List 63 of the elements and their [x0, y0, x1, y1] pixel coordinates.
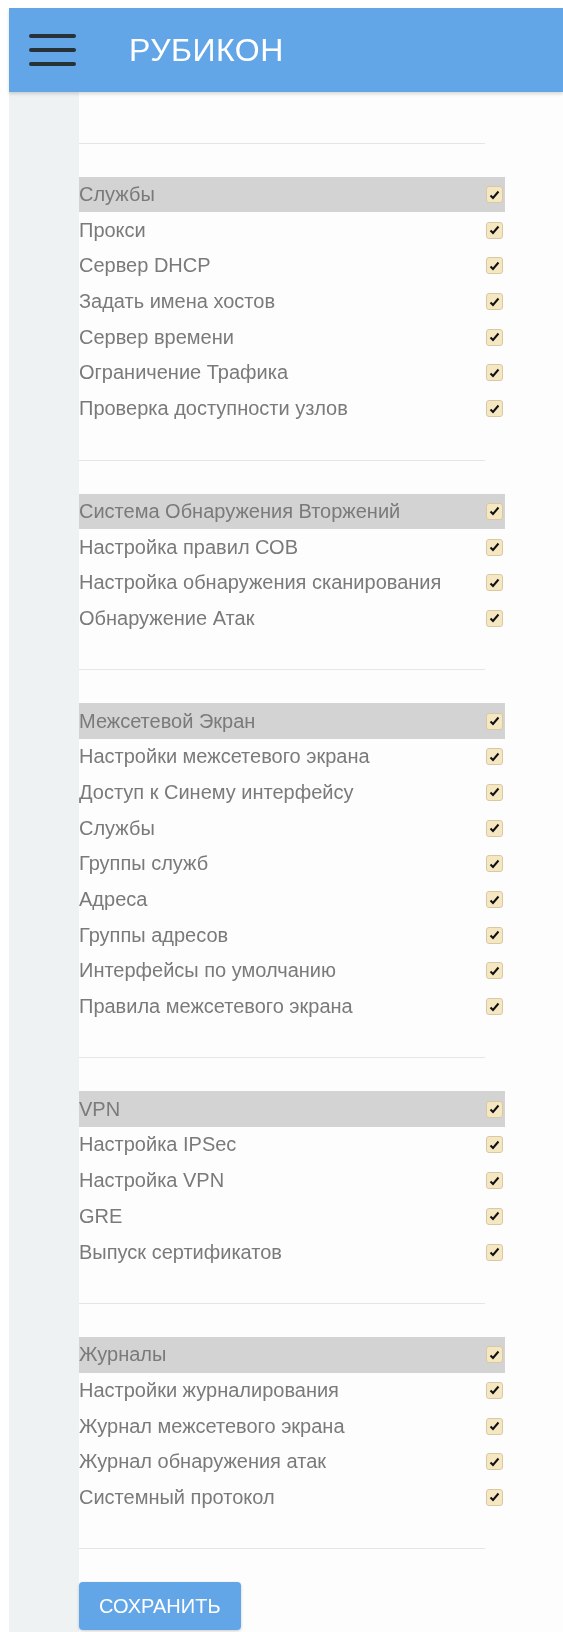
checkbox[interactable]: [486, 186, 503, 204]
permission-label: Журнал межсетевого экрана: [79, 1414, 346, 1438]
permission-label: Ограничение Трафика: [79, 361, 290, 385]
checkbox[interactable]: [486, 328, 503, 346]
checkbox[interactable]: [486, 293, 503, 311]
checkbox[interactable]: [486, 364, 503, 382]
permission-label: Настройка IPSec: [79, 1133, 238, 1157]
checkbox[interactable]: [486, 783, 503, 801]
permission-label: Выпуск сертификатов: [79, 1240, 283, 1264]
section-title: Система Обнаружения Вторжений: [79, 499, 402, 523]
checkbox[interactable]: [486, 257, 503, 275]
permission-label: Проверка доступности узлов: [79, 397, 349, 421]
permission-label: Сервер DHCP: [79, 254, 212, 278]
checkbox[interactable]: [486, 1488, 503, 1506]
menu-icon[interactable]: [29, 33, 77, 67]
checkbox[interactable]: [486, 712, 503, 730]
permission-label: Адреса: [79, 888, 149, 912]
permission-label: Интерфейсы по умолчанию: [79, 959, 337, 983]
checkbox[interactable]: [486, 1136, 503, 1154]
checkbox[interactable]: [486, 748, 503, 766]
permission-label: Системный протокол: [79, 1485, 276, 1509]
permission-label: Настройка VPN: [79, 1169, 226, 1193]
section-title: Межсетевой Экран: [79, 709, 257, 733]
checkbox[interactable]: [486, 1207, 503, 1225]
checkbox[interactable]: [486, 1172, 503, 1190]
checkbox[interactable]: [486, 1381, 503, 1399]
permission-label: Настройка правил СОВ: [79, 535, 299, 559]
permission-label: GRE: [79, 1204, 124, 1228]
checkbox[interactable]: [486, 998, 503, 1016]
checkbox[interactable]: [486, 574, 503, 592]
permission-label: Службы: [79, 816, 156, 840]
permission-label: Настройка обнаружения сканирования: [79, 571, 443, 595]
checkbox[interactable]: [486, 1417, 503, 1435]
checkbox[interactable]: [486, 891, 503, 909]
permission-label: Задать имена хостов: [79, 290, 277, 314]
permission-label: Группы служб: [79, 852, 210, 876]
checkbox[interactable]: [486, 538, 503, 556]
permission-label: Журнал обнаружения атак: [79, 1450, 327, 1474]
save-button[interactable]: СОХРАНИТЬ: [79, 1582, 241, 1631]
permission-label: Сервер времени: [79, 325, 235, 349]
checkbox[interactable]: [486, 855, 503, 873]
permission-label: Группы адресов: [79, 923, 230, 947]
checkbox[interactable]: [486, 221, 503, 239]
permission-label: Доступ к Синему интерфейсу: [79, 780, 355, 804]
checkbox[interactable]: [486, 819, 503, 837]
permission-label: Настройки межсетевого экрана: [79, 745, 371, 769]
permission-label: Прокси: [79, 218, 147, 242]
app-title: РУБИКОН: [129, 31, 284, 69]
checkbox[interactable]: [486, 1453, 503, 1471]
permission-label: Правила межсетевого экрана: [79, 995, 354, 1019]
checkbox[interactable]: [486, 502, 503, 520]
checkbox[interactable]: [486, 400, 503, 418]
checkbox[interactable]: [486, 1243, 503, 1261]
section-title: Журналы: [79, 1343, 168, 1367]
checkbox[interactable]: [486, 962, 503, 980]
permission-label: Обнаружение Атак: [79, 606, 256, 630]
checkbox[interactable]: [486, 1100, 503, 1118]
checkbox[interactable]: [486, 926, 503, 944]
checkbox[interactable]: [486, 609, 503, 627]
section-title: Службы: [79, 183, 156, 207]
section-title: VPN: [79, 1097, 122, 1121]
permission-label: Настройки журналирования: [79, 1378, 340, 1402]
checkbox[interactable]: [486, 1346, 503, 1364]
